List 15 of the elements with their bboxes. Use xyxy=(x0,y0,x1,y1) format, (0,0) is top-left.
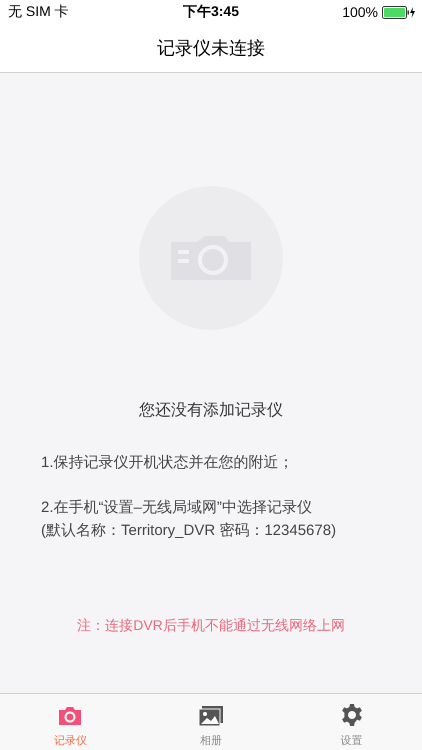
settings-icon xyxy=(340,703,364,727)
tab-item[interactable]: 设置 xyxy=(281,694,422,750)
tab-item[interactable]: 记录仪 xyxy=(0,694,141,750)
instruction-text: 1.保持记录仪开机状态并在您的附近； xyxy=(41,453,295,473)
battery-percent: 100% xyxy=(342,4,378,20)
status-time: 下午3:45 xyxy=(182,3,240,19)
carrier-label: 无 SIM 卡 xyxy=(8,3,69,21)
tab-item[interactable]: 相册 xyxy=(140,694,282,750)
instruction-text: 2.在手机“设置–无线局域网”中选择记录仪 (默认名称：Territory_DVR 密码：12345678) xyxy=(41,498,338,541)
warning-note: 注：连接DVR后手机不能通过无线网络上网 xyxy=(77,617,345,635)
camera-icon xyxy=(57,705,84,727)
page-title: 记录仪未连接 xyxy=(157,37,265,60)
empty-message: 您还没有添加记录仪 xyxy=(139,400,283,421)
picture-icon xyxy=(198,705,224,727)
battery-charging-icon xyxy=(382,6,416,18)
